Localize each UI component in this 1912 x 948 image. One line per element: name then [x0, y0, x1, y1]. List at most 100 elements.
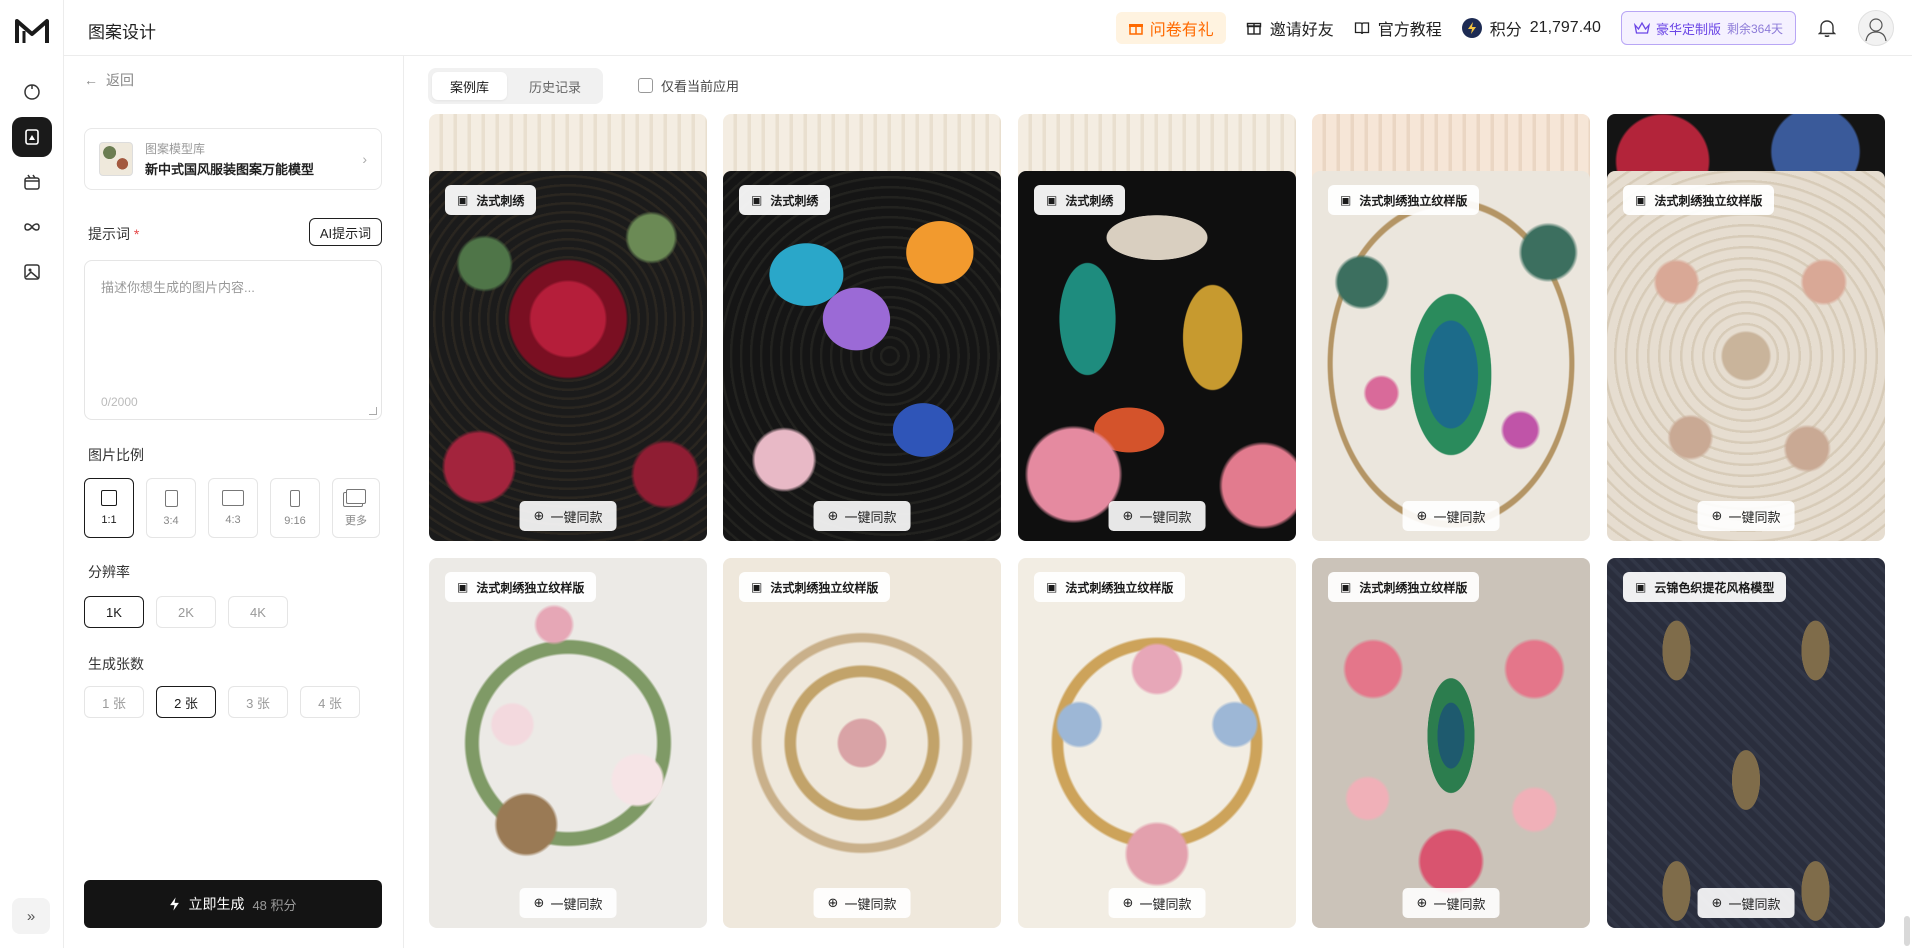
ratio-options: 1:1 3:4 4:3 9:16 更多 — [84, 478, 380, 538]
same-style-button[interactable]: ⊕ 一键同款 — [519, 888, 617, 918]
ratio-option-1-1[interactable]: 1:1 — [84, 478, 134, 538]
same-style-label: 一键同款 — [1139, 896, 1192, 912]
plus-circle-icon: ⊕ — [1711, 508, 1723, 523]
image-icon: ▣ — [751, 193, 763, 207]
bolt-icon — [1461, 18, 1482, 38]
plus-circle-icon: ⊕ — [827, 508, 839, 523]
case-card[interactable]: ▣ 法式刺绣独立纹样版 ⊕ 一键同款 — [1312, 558, 1590, 928]
case-tag: ▣ 法式刺绣独立纹样版 — [1328, 572, 1480, 602]
bell-icon[interactable] — [1816, 17, 1838, 39]
case-tag: ▣ 法式刺绣 — [445, 185, 537, 215]
case-tag: ▣ 法式刺绣独立纹样版 — [1328, 185, 1480, 215]
case-card[interactable]: ▣ 法式刺绣独立纹样版 ⊕ 一键同款 — [1607, 171, 1885, 541]
case-card[interactable]: ▣ 法式刺绣独立纹样版 ⊕ 一键同款 — [1018, 558, 1296, 928]
plus-circle-icon: ⊕ — [827, 895, 839, 910]
case-card[interactable]: ▣ 法式刺绣独立纹样版 ⊕ 一键同款 — [429, 558, 707, 928]
plus-circle-icon: ⊕ — [533, 508, 545, 523]
nav-pattern-icon[interactable] — [12, 117, 52, 157]
survey-button[interactable]: 问卷有礼 — [1115, 12, 1226, 44]
tab-case-library[interactable]: 案例库 — [432, 72, 508, 100]
plus-circle-icon: ⊕ — [533, 895, 545, 910]
ratio-option-9-16[interactable]: 9:16 — [270, 478, 320, 538]
scrollbar[interactable] — [1904, 916, 1910, 946]
count-2[interactable]: 2 张 — [156, 686, 216, 718]
resolution-4k[interactable]: 4K — [228, 596, 288, 628]
same-style-button[interactable]: ⊕ 一键同款 — [813, 501, 911, 531]
ratio-label-text: 4:3 — [225, 514, 241, 526]
nav-home-icon[interactable] — [12, 72, 52, 112]
case-tag: ▣ 法式刺绣独立纹样版 — [1623, 185, 1775, 215]
ratio-option-4-3[interactable]: 4:3 — [208, 478, 258, 538]
ratio-label-text: 3:4 — [163, 514, 179, 527]
user-avatar[interactable] — [1858, 10, 1894, 46]
count-3[interactable]: 3 张 — [228, 686, 288, 718]
case-tag: ▣ 云锦色织提花风格模型 — [1623, 572, 1787, 602]
expand-sidebar-icon[interactable]: » — [12, 898, 50, 934]
case-card[interactable]: ▣ 法式刺绣 ⊕ 一键同款 — [1018, 171, 1296, 541]
invite-link[interactable]: 邀请好友 — [1246, 16, 1334, 40]
crown-icon — [1633, 21, 1650, 34]
case-tag: ▣ 法式刺绣独立纹样版 — [445, 572, 597, 602]
generate-label: 立即生成 — [188, 896, 245, 912]
vip-days: 剩余364天 — [1726, 21, 1783, 36]
case-tag-label: 法式刺绣 — [1065, 193, 1114, 208]
same-style-button[interactable]: ⊕ 一键同款 — [1402, 888, 1500, 918]
case-card[interactable]: ▣ 法式刺绣 ⊕ 一键同款 — [723, 171, 1001, 541]
only-current-checkbox[interactable]: 仅看当前应用 — [638, 76, 739, 95]
arrow-left-icon: ← — [84, 72, 98, 88]
case-tag-label: 法式刺绣独立纹样版 — [1359, 580, 1468, 595]
points-display[interactable]: 积分 21,797.40 — [1461, 16, 1601, 40]
tutorial-link[interactable]: 官方教程 — [1354, 16, 1442, 40]
nav-infinity-icon[interactable] — [12, 207, 52, 247]
same-style-button[interactable]: ⊕ 一键同款 — [1108, 888, 1206, 918]
settings-panel: ← 返回 图案模型库 新中式国风服装图案万能模型 › 提示词 * AI提示词 描… — [64, 56, 404, 948]
invite-label: 邀请好友 — [1269, 22, 1334, 39]
prompt-input[interactable]: 描述你想生成的图片内容... 0/2000 — [84, 260, 382, 420]
same-style-button[interactable]: ⊕ 一键同款 — [813, 888, 911, 918]
prompt-label: 提示词 * — [88, 224, 139, 244]
case-card[interactable]: ▣ 法式刺绣 ⊕ 一键同款 — [429, 171, 707, 541]
tab-history[interactable]: 历史记录 — [511, 72, 599, 100]
ratio-option-3-4[interactable]: 3:4 — [146, 478, 196, 538]
case-tag-label: 法式刺绣独立纹样版 — [1065, 580, 1174, 595]
image-icon: ▣ — [1340, 193, 1352, 207]
ratio-option-more[interactable]: 更多 — [332, 478, 380, 538]
vip-badge[interactable]: 豪华定制版 剩余364天 — [1620, 11, 1796, 45]
plus-circle-icon: ⊕ — [1416, 895, 1428, 910]
case-card[interactable]: ▣ 法式刺绣独立纹样版 ⊕ 一键同款 — [1312, 171, 1590, 541]
image-icon: ▣ — [457, 193, 469, 207]
points-value: 21,797.40 — [1529, 19, 1601, 36]
model-selector[interactable]: 图案模型库 新中式国风服装图案万能模型 › — [84, 128, 382, 190]
same-style-button[interactable]: ⊕ 一键同款 — [1402, 501, 1500, 531]
resolution-1k[interactable]: 1K — [84, 596, 144, 628]
landscape-icon — [222, 490, 244, 506]
ratio-label-text: 9:16 — [284, 514, 306, 527]
same-style-button[interactable]: ⊕ 一键同款 — [1697, 501, 1795, 531]
same-style-button[interactable]: ⊕ 一键同款 — [519, 501, 617, 531]
resize-handle-icon[interactable] — [369, 407, 377, 415]
case-card[interactable]: ▣ 云锦色织提花风格模型 ⊕ 一键同款 — [1607, 558, 1885, 928]
nav-image-icon[interactable] — [12, 252, 52, 292]
same-style-button[interactable]: ⊕ 一键同款 — [1697, 888, 1795, 918]
count-1[interactable]: 1 张 — [84, 686, 144, 718]
nav-video-icon[interactable] — [12, 162, 52, 202]
back-button[interactable]: ← 返回 — [84, 70, 134, 90]
case-card[interactable]: ▣ 法式刺绣独立纹样版 ⊕ 一键同款 — [723, 558, 1001, 928]
generate-button[interactable]: 立即生成 48 积分 — [84, 880, 382, 928]
case-tag-label: 法式刺绣独立纹样版 — [476, 580, 585, 595]
same-style-button[interactable]: ⊕ 一键同款 — [1108, 501, 1206, 531]
page-title: 图案设计 — [88, 23, 156, 42]
required-mark: * — [133, 226, 140, 242]
case-tag: ▣ 法式刺绣 — [1034, 185, 1126, 215]
chevron-right-icon: › — [362, 151, 367, 167]
ai-prompt-button[interactable]: AI提示词 — [309, 218, 382, 246]
points-label: 积分 — [1489, 22, 1522, 39]
resolution-2k[interactable]: 2K — [156, 596, 216, 628]
same-style-label: 一键同款 — [1139, 509, 1192, 525]
top-header: 图案设计 问卷有礼 邀请好友 官方教程 积分 21,797.40 豪华定制版 剩… — [64, 0, 1912, 56]
same-style-label: 一键同款 — [844, 509, 897, 525]
count-label: 生成张数 — [88, 656, 144, 672]
count-4[interactable]: 4 张 — [300, 686, 360, 718]
app-logo[interactable] — [14, 16, 50, 46]
same-style-label: 一键同款 — [1433, 896, 1486, 912]
